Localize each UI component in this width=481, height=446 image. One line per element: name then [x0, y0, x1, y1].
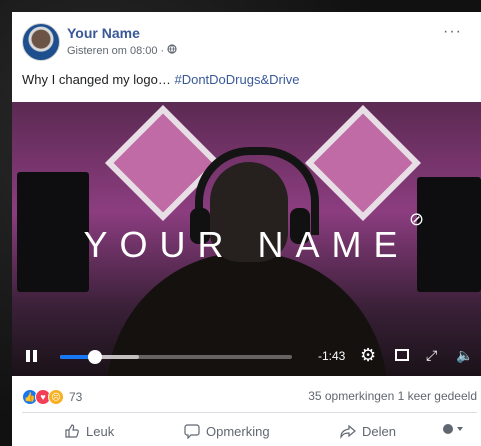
post-header: Your Name Gisteren om 08:00 · ··· [22, 23, 462, 63]
like-label: Leuk [86, 423, 115, 439]
volume-icon[interactable]: 🔈 [456, 347, 473, 364]
reactions[interactable]: 👍 ♥ ☹ 73 [22, 389, 82, 405]
time-remaining: -1:43 [318, 349, 346, 363]
share-button[interactable]: Delen [340, 423, 396, 439]
share-arrow-icon [340, 423, 356, 439]
globe-dropdown-icon [442, 423, 464, 438]
post-text: Why I changed my logo… #DontDoDrugs&Driv… [22, 72, 299, 87]
wordmark-symbol: ⊘ [409, 209, 425, 229]
post-actions: Leuk Opmerking Delen [12, 416, 481, 446]
progress-knob[interactable] [87, 350, 102, 364]
avatar[interactable] [22, 23, 60, 61]
share-label: Delen [362, 423, 396, 439]
post-timestamp[interactable]: Gisteren om 08:00 · [67, 45, 164, 57]
reaction-count: 73 [69, 390, 83, 404]
thumbs-up-icon [64, 423, 80, 439]
post-text-main: Why I changed my logo… [22, 72, 175, 87]
audience-selector[interactable] [442, 423, 464, 438]
comment-label: Opmerking [206, 423, 270, 439]
more-options-icon[interactable]: ··· [443, 24, 462, 40]
settings-gear-icon[interactable]: ⚙ [360, 345, 376, 366]
comment-bubble-icon [184, 423, 200, 440]
fullscreen-icon[interactable]: ⤢ [426, 347, 437, 364]
globe-icon [167, 44, 177, 57]
picture-in-picture-icon[interactable] [395, 349, 409, 361]
video-wordmark: YOUR NAME [83, 224, 410, 265]
sad-reaction-icon: ☹ [48, 389, 64, 405]
hashtag-link[interactable]: #DontDoDrugs&Drive [174, 72, 299, 87]
divider [22, 412, 477, 413]
author-name[interactable]: Your Name [67, 25, 140, 41]
wall-frame-right [305, 105, 421, 221]
video-player[interactable]: YOUR NAME ⊘ -1:43 ⚙ ⤢ 🔈 [12, 102, 481, 376]
video-controls: -1:43 ⚙ ⤢ 🔈 [12, 342, 481, 372]
post-stats: 👍 ♥ ☹ 73 35 opmerkingen 1 keer gedeeld [22, 389, 477, 407]
like-button[interactable]: Leuk [64, 423, 114, 439]
facebook-post-card: Your Name Gisteren om 08:00 · ··· Why I … [12, 12, 481, 446]
post-meta: Gisteren om 08:00 · [67, 44, 177, 57]
pause-icon[interactable] [26, 350, 38, 362]
comment-button[interactable]: Opmerking [184, 423, 270, 440]
comments-shares-count[interactable]: 35 opmerkingen 1 keer gedeeld [308, 389, 477, 403]
video-progress-bar[interactable] [60, 350, 292, 364]
